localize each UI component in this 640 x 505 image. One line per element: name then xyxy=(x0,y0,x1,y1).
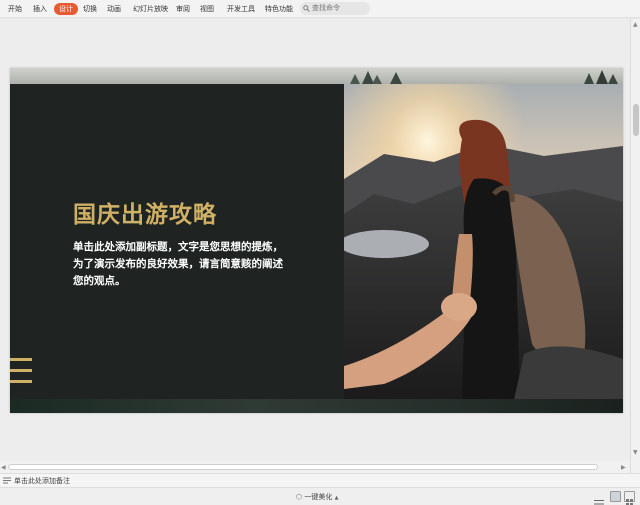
scroll-up-arrow-icon[interactable]: ▲ xyxy=(633,21,638,28)
command-search-input[interactable]: 查找命令 xyxy=(300,2,370,15)
horizontal-scroll-thumb[interactable] xyxy=(8,464,598,470)
presentation-app: 开始 插入 设计 切换 动画 幻灯片放映 审阅 视图 开发工具 特色功能 查找命… xyxy=(0,0,640,505)
normal-view-button[interactable] xyxy=(610,491,621,502)
slide-title[interactable]: 国庆出游攻略 xyxy=(73,195,217,229)
tab-developer[interactable]: 开发工具 xyxy=(227,3,255,15)
tab-review[interactable]: 审阅 xyxy=(176,3,190,15)
tab-transitions[interactable]: 切换 xyxy=(83,3,97,15)
slide-top-forest-strip xyxy=(10,68,623,84)
one-click-beautify-button[interactable]: ⬡ 一键美化 ▲ xyxy=(296,492,338,502)
scroll-left-arrow-icon[interactable]: ◀ xyxy=(1,464,6,471)
slide-photo[interactable] xyxy=(344,84,623,400)
slide[interactable]: 国庆出游攻略 单击此处添加副标题，文字是您思想的提炼，为了演示发布的良好效果，请… xyxy=(10,68,623,413)
scroll-down-arrow-icon[interactable]: ▼ xyxy=(633,449,638,456)
beautify-icon: ⬡ xyxy=(296,493,303,501)
search-placeholder: 查找命令 xyxy=(312,4,340,12)
notes-placeholder[interactable]: 单击此处添加备注 xyxy=(14,476,70,486)
beautify-label: 一键美化 xyxy=(304,493,333,501)
vertical-scrollbar[interactable]: ▲ ▼ xyxy=(630,19,640,474)
tab-animations[interactable]: 动画 xyxy=(107,3,121,15)
tab-slideshow[interactable]: 幻灯片放映 xyxy=(133,3,168,15)
slide-subtitle[interactable]: 单击此处添加副标题，文字是您思想的提炼，为了演示发布的良好效果，请言简意赅的阐述… xyxy=(73,239,288,290)
status-bar: ⬡ 一键美化 ▲ xyxy=(0,487,640,505)
chevron-up-icon: ▲ xyxy=(334,495,339,501)
travel-photo-image xyxy=(344,84,623,400)
menu-bars-decoration-icon xyxy=(10,358,32,388)
grid-icon xyxy=(626,499,633,505)
vertical-scroll-thumb[interactable] xyxy=(633,104,639,136)
tab-home[interactable]: 开始 xyxy=(8,3,22,15)
tab-design[interactable]: 设计 xyxy=(54,3,78,15)
tab-insert[interactable]: 插入 xyxy=(33,3,47,15)
notes-toggle-icon[interactable] xyxy=(594,493,604,505)
slide-sorter-view-button[interactable] xyxy=(624,491,635,505)
scroll-right-arrow-icon[interactable]: ▶ xyxy=(621,464,626,471)
tab-view[interactable]: 视图 xyxy=(200,3,214,15)
notes-pane[interactable]: 单击此处添加备注 xyxy=(0,473,640,487)
slide-bottom-forest-strip xyxy=(10,399,623,413)
notes-icon xyxy=(3,477,11,484)
tab-features[interactable]: 特色功能 xyxy=(265,3,293,15)
horizontal-scrollbar[interactable]: ◀ ▶ xyxy=(0,461,630,473)
search-icon xyxy=(303,5,310,12)
ribbon-tab-bar: 开始 插入 设计 切换 动画 幻灯片放映 审阅 视图 开发工具 特色功能 查找命… xyxy=(0,0,640,18)
